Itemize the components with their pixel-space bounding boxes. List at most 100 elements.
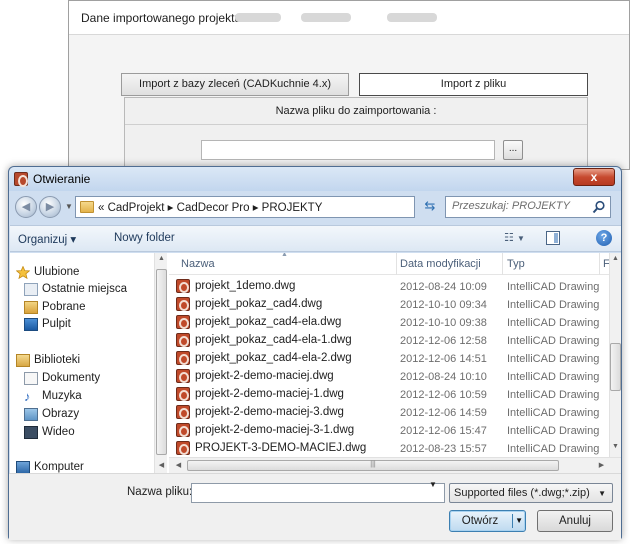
file-name[interactable]: projekt_pokaz_cad4-ela-1.dwg [195,334,352,346]
browse-button[interactable]: ... [503,140,523,160]
search-box[interactable] [445,196,611,218]
file-list-horizontal-scrollbar[interactable]: ◀ ||| ▶ [169,457,621,473]
star-icon [15,265,31,280]
refresh-button[interactable]: ⇆ [419,196,441,218]
tab-import-database[interactable]: Import z bazy zleceń (CADKuchnie 4.x) [121,73,349,96]
file-type: IntelliCAD Drawing [507,443,600,455]
file-type: IntelliCAD Drawing [507,371,600,383]
nav-item-libraries[interactable]: Biblioteki [34,354,80,366]
search-input[interactable] [452,200,588,212]
file-row[interactable]: projekt-2-demo-maciej-3-1.dwg 2012-12-06… [169,421,609,440]
browser-content: Ulubione Ostatnie miejsca Pobrane Pulpit… [10,253,621,473]
scroll-down-icon[interactable]: ▼ [610,443,621,450]
close-button[interactable]: x [573,168,615,186]
nav-item-documents[interactable]: Dokumenty [42,372,100,384]
file-name[interactable]: projekt-2-demo-maciej-1.dwg [195,388,344,400]
forward-button[interactable]: ▶ [39,196,61,218]
preview-pane-button[interactable] [546,231,560,245]
nav-item-video[interactable]: Wideo [42,426,75,438]
file-name[interactable]: projekt_pokaz_cad4-ela-2.dwg [195,352,352,364]
nav-item-recent-places[interactable]: Ostatnie miejsca [42,283,127,295]
scroll-up-icon[interactable]: ▲ [155,255,168,262]
file-row[interactable]: projekt_1demo.dwg 2012-08-24 10:09 Intel… [169,277,609,296]
open-options-dropdown-icon[interactable]: ▼ [512,514,523,528]
column-type[interactable]: Typ [507,258,525,270]
search-icon[interactable] [592,200,606,214]
scroll-right-icon[interactable]: ▶ [595,461,608,469]
file-row[interactable]: projekt-2-demo-maciej-3.dwg 2012-12-06 1… [169,403,609,422]
nav-item-downloads[interactable]: Pobrane [42,301,85,313]
address-path[interactable]: « CadProjekt ▸ CadDecor Pro ▸ PROJEKTY [98,200,322,214]
file-name[interactable]: projekt-2-demo-maciej-3.dwg [195,406,344,418]
file-name[interactable]: PROJEKT-3-DEMO-MACIEJ.dwg [195,442,366,454]
file-list: Nazwa ▲ Data modyfikacji Typ F projekt_1… [169,253,621,473]
video-icon [24,426,38,439]
horizontal-scroll-thumb[interactable]: ||| [187,460,559,471]
window-title: Dane importowanego projektu [81,11,242,25]
nav-scroll-thumb[interactable] [156,269,167,455]
recent-locations-dropdown-icon[interactable]: ▼ [65,202,73,211]
file-row[interactable]: projekt_pokaz_cad4-ela.dwg 2012-10-10 09… [169,313,609,332]
nav-item-computer[interactable]: Komputer [34,461,84,473]
file-name[interactable]: projekt_pokaz_cad4-ela.dwg [195,316,341,328]
column-header: Nazwa ▲ Data modyfikacji Typ F [169,253,610,275]
file-name-dropdown-icon[interactable]: ▼ [429,480,437,489]
scroll-left-icon[interactable]: ◀ [155,461,168,469]
new-folder-button[interactable]: Nowy folder [114,232,175,244]
nav-scrollbar[interactable]: ▲ ◀ [154,253,167,473]
file-row[interactable]: projekt-2-demo-maciej-1.dwg 2012-12-06 1… [169,385,609,404]
dialog-footer: Nazwa pliku: ▼ Supported files (*.dwg;*.… [9,473,621,540]
organize-menu[interactable]: Organizuj ▾ [18,232,76,246]
file-row[interactable]: projekt_pokaz_cad4.dwg 2012-10-10 09:34 … [169,295,609,314]
file-name[interactable]: projekt_pokaz_cad4.dwg [195,298,322,310]
file-row[interactable]: PROJEKT-3-DEMO-MACIEJ.dwg 2012-08-23 15:… [169,439,609,458]
file-type: IntelliCAD Drawing [507,425,600,437]
change-view-button[interactable]: ☷ ▼ [504,231,530,247]
address-bar[interactable]: « CadProjekt ▸ CadDecor Pro ▸ PROJEKTY ▼ [75,196,472,218]
file-date: 2012-10-10 09:38 [400,317,487,329]
file-date: 2012-08-24 10:09 [400,281,487,293]
column-date-modified[interactable]: Data modyfikacji [400,258,481,270]
file-name-input[interactable] [191,483,445,503]
file-type: IntelliCAD Drawing [507,299,600,311]
command-toolbar: Organizuj ▾ Nowy folder ☷ ▼ ? [10,225,621,252]
scroll-left-icon[interactable]: ◀ [172,461,185,469]
file-name[interactable]: projekt-2-demo-maciej-3-1.dwg [195,424,354,436]
file-row[interactable]: projekt-2-demo-maciej.dwg 2012-08-24 10:… [169,367,609,386]
documents-icon [24,372,38,385]
column-divider[interactable] [396,253,397,275]
file-name[interactable]: projekt_1demo.dwg [195,280,295,292]
file-date: 2012-12-06 14:51 [400,353,487,365]
file-row[interactable]: projekt_pokaz_cad4-ela-1.dwg 2012-12-06 … [169,331,609,350]
cancel-button[interactable]: Anuluj [537,510,613,532]
file-list-vertical-scrollbar[interactable]: ▲ ▼ [609,253,621,457]
column-name[interactable]: Nazwa [181,258,215,270]
vertical-scroll-thumb[interactable] [610,343,621,391]
app-icon [14,172,28,187]
column-divider[interactable] [502,253,503,275]
open-button-label: Otwórz [461,515,499,527]
nav-item-desktop[interactable]: Pulpit [42,318,71,330]
back-button[interactable]: ◀ [15,196,37,218]
file-type-filter[interactable]: Supported files (*.dwg;*.zip) ▼ [449,483,613,503]
panel-divider [125,124,587,125]
file-type: IntelliCAD Drawing [507,335,600,347]
import-file-path-field[interactable] [201,140,495,160]
file-date: 2012-08-24 10:10 [400,371,487,383]
nav-item-pictures[interactable]: Obrazy [42,408,79,420]
file-date: 2012-08-23 15:57 [400,443,487,455]
file-name[interactable]: projekt-2-demo-maciej.dwg [195,370,334,382]
tab-import-file[interactable]: Import z pliku [359,73,588,96]
column-divider[interactable] [599,253,600,275]
libraries-icon [16,354,30,367]
window-title-bar: Dane importowanego projektu [69,1,629,35]
scroll-up-icon[interactable]: ▲ [610,255,621,262]
open-file-dialog: Otwieranie x ◀ ▶ ▼ « CadProjekt ▸ CadDec… [8,166,622,540]
help-button[interactable]: ? [596,230,612,246]
file-date: 2012-12-06 12:58 [400,335,487,347]
nav-item-favorites[interactable]: Ulubione [34,266,79,278]
open-button[interactable]: Otwórz ▼ [449,510,526,532]
nav-item-music[interactable]: Muzyka [42,390,82,402]
dialog-title-bar: Otwieranie x [9,167,621,191]
file-row[interactable]: projekt_pokaz_cad4-ela-2.dwg 2012-12-06 … [169,349,609,368]
